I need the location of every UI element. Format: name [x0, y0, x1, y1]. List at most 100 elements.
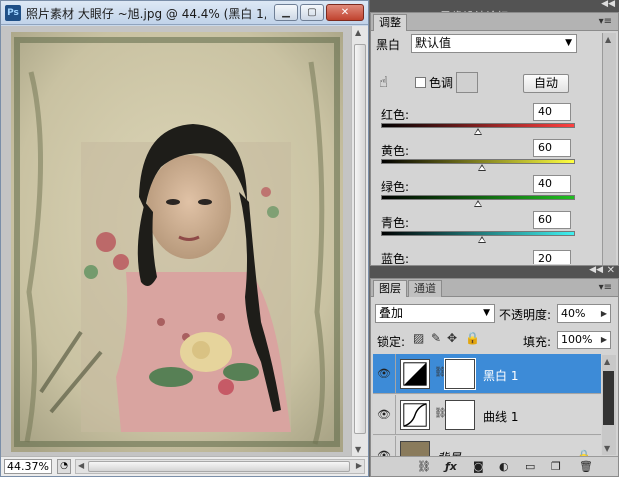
- document-window: Ps 照片素材 大眼仔 ~旭.jpg @ 44.4% (黑白 1,... ▁ ▢…: [0, 0, 369, 477]
- eye-icon[interactable]: 👁: [377, 408, 391, 421]
- slider-label: 蓝色:: [381, 252, 410, 264]
- slider-label: 黄色:: [381, 144, 410, 158]
- layers-scroll-thumb[interactable]: [603, 371, 614, 425]
- link-layers-icon[interactable]: ⛓: [417, 460, 431, 473]
- layer-row-background[interactable]: 👁 背景 🔒: [373, 436, 601, 458]
- layer-style-icon[interactable]: ƒx: [445, 460, 457, 473]
- scroll-down-icon[interactable]: ▼: [355, 445, 361, 454]
- curves-adjustment-icon: [400, 400, 430, 430]
- layers-panel: 图层 通道 ▾≡ 叠加 ▼ 不透明度: 40% ▶ 锁定: ▨ ✎ ✥ 🔒 填充…: [370, 278, 619, 477]
- slider-label: 绿色:: [381, 180, 410, 194]
- chevron-down-icon: ▼: [565, 38, 572, 48]
- lock-pixels-icon[interactable]: ✎: [431, 331, 441, 345]
- slider-thumb[interactable]: [477, 164, 486, 171]
- layers-tab-bar: 图层 通道 ▾≡: [371, 279, 618, 297]
- photoshop-app-icon: Ps: [5, 5, 21, 21]
- close-panel-icon[interactable]: ✕: [607, 265, 615, 276]
- layer-row-bw[interactable]: 👁 ⛓ 黑白 1: [373, 354, 601, 394]
- blend-mode-dropdown[interactable]: 叠加 ▼: [375, 304, 495, 323]
- auto-button[interactable]: 自动: [523, 74, 569, 93]
- eye-icon[interactable]: 👁: [377, 367, 391, 380]
- black-white-adjustment-icon: [400, 359, 430, 389]
- fill-field[interactable]: 100% ▶: [557, 331, 611, 349]
- layer-divider: [395, 395, 396, 435]
- add-mask-icon[interactable]: ◙: [473, 460, 484, 473]
- window-controls: ▁ ▢ ✕: [274, 4, 364, 21]
- lock-position-icon[interactable]: ✥: [447, 331, 457, 345]
- layers-footer: ⛓ ƒx ◙ ◐ ▭ ❐ 🗑: [371, 456, 618, 476]
- layer-mask-thumbnail[interactable]: [444, 358, 476, 390]
- document-title-bar[interactable]: Ps 照片素材 大眼仔 ~旭.jpg @ 44.4% (黑白 1,... ▁ ▢…: [1, 1, 368, 25]
- slider-thumb[interactable]: [477, 236, 486, 243]
- scroll-down-icon[interactable]: ▼: [604, 444, 610, 453]
- new-layer-icon[interactable]: ❐: [551, 460, 561, 473]
- opacity-label: 不透明度:: [499, 308, 552, 322]
- chevron-down-icon: ▼: [483, 308, 490, 318]
- slider-red: 红色: 40: [379, 103, 579, 142]
- tint-label: 色调: [429, 76, 454, 90]
- slider-value-field[interactable]: 60: [533, 139, 571, 157]
- tab-adjustments[interactable]: 调整: [373, 14, 407, 31]
- layer-divider: [395, 436, 396, 458]
- slider-green: 绿色: 40: [379, 175, 579, 214]
- zoom-level-field[interactable]: 44.37%: [4, 459, 52, 474]
- new-group-icon[interactable]: ▭: [525, 460, 535, 473]
- status-bar: 44.37% ◔ ◀ ▶: [1, 456, 368, 476]
- slider-label: 青色:: [381, 216, 410, 230]
- layers-scrollbar[interactable]: ▲ ▼: [602, 355, 616, 455]
- vertical-scroll-thumb[interactable]: [354, 44, 366, 434]
- layers-dock-header[interactable]: ◀◀ ✕: [370, 265, 619, 278]
- minimize-button[interactable]: ▁: [274, 4, 298, 21]
- document-title: 照片素材 大眼仔 ~旭.jpg @ 44.4% (黑白 1,...: [26, 7, 266, 21]
- slider-value-field[interactable]: 40: [533, 103, 571, 121]
- tab-channels[interactable]: 通道: [408, 280, 442, 297]
- lock-all-icon[interactable]: 🔒: [465, 331, 480, 345]
- slider-blue: 蓝色: 20: [379, 250, 579, 264]
- tint-checkbox[interactable]: [415, 77, 426, 88]
- maximize-button[interactable]: ▢: [300, 4, 324, 21]
- slider-thumb[interactable]: [474, 200, 482, 207]
- image-canvas[interactable]: [1, 26, 368, 456]
- horizontal-scroll-thumb[interactable]: [88, 461, 350, 472]
- layer-mask-thumbnail[interactable]: [445, 400, 475, 430]
- tint-color-swatch[interactable]: [456, 72, 478, 93]
- lock-label: 锁定:: [377, 335, 406, 349]
- panel-menu-icon[interactable]: ▾≡: [599, 282, 612, 293]
- chevron-right-icon[interactable]: ▶: [601, 305, 607, 322]
- opacity-field[interactable]: 40% ▶: [557, 304, 611, 323]
- slider-value-field[interactable]: 60: [533, 211, 571, 229]
- adjustments-scrollbar[interactable]: ▲: [602, 33, 616, 265]
- panel-menu-icon[interactable]: ▾≡: [599, 16, 612, 27]
- targeted-adjustment-hand-icon[interactable]: ☝: [379, 73, 388, 91]
- chevron-right-icon[interactable]: ▶: [601, 332, 607, 348]
- layer-name: 黑白 1: [483, 369, 519, 383]
- scroll-left-icon[interactable]: ◀: [78, 461, 84, 470]
- layer-divider: [395, 354, 396, 394]
- lock-transparency-icon[interactable]: ▨: [413, 331, 424, 345]
- scroll-up-icon[interactable]: ▲: [355, 28, 361, 37]
- tab-layers[interactable]: 图层: [373, 280, 407, 297]
- slider-label: 红色:: [381, 108, 410, 122]
- preset-value: 默认值: [415, 36, 452, 50]
- slider-thumb[interactable]: [474, 128, 482, 135]
- collapse-icon[interactable]: ◀◀: [589, 265, 603, 275]
- layer-row-curves[interactable]: 👁 ⛓ 曲线 1: [373, 395, 601, 435]
- scroll-right-icon[interactable]: ▶: [356, 461, 362, 470]
- new-adjustment-icon[interactable]: ◐: [499, 460, 509, 473]
- status-menu-icon[interactable]: ◔: [57, 459, 71, 474]
- slider-value-field[interactable]: 20: [533, 250, 571, 264]
- horizontal-scrollbar[interactable]: ◀ ▶: [75, 459, 365, 474]
- scroll-up-icon[interactable]: ▲: [605, 35, 611, 44]
- vertical-scrollbar[interactable]: ▲ ▼: [351, 26, 368, 456]
- close-button[interactable]: ✕: [326, 4, 364, 21]
- slider-value-field[interactable]: 40: [533, 175, 571, 193]
- adjustments-tab-bar: 调整 ▾≡: [371, 13, 618, 31]
- adjustment-type-label: 黑白: [376, 38, 401, 52]
- delete-layer-icon[interactable]: 🗑: [579, 460, 593, 473]
- blend-mode-value: 叠加: [379, 306, 404, 320]
- opacity-value: 40%: [561, 307, 586, 320]
- scroll-up-icon[interactable]: ▲: [604, 357, 610, 366]
- portrait-photo: [11, 32, 343, 452]
- preset-dropdown[interactable]: 默认值 ▼: [411, 34, 577, 53]
- adjustments-panel: 调整 ▾≡ 黑白 默认值 ▼ ☝ 色调 自动 红色: 40 黄色: 60 绿色:…: [370, 12, 619, 266]
